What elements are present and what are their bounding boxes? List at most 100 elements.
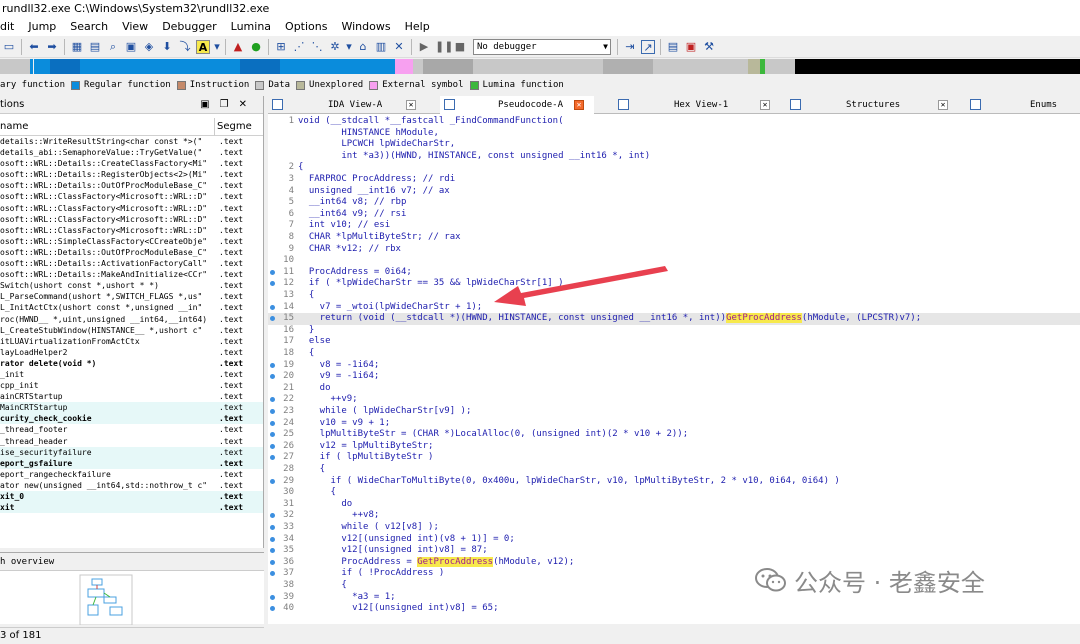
code-line[interactable]: 21 do — [268, 383, 1080, 395]
menu-item[interactable]: Search — [63, 18, 115, 36]
menu-item[interactable]: Windows — [334, 18, 397, 36]
lumina-icon[interactable]: ● — [249, 40, 263, 54]
code-line[interactable]: 12 if ( *lpWideCharStr == 35 && lpWideCh… — [268, 278, 1080, 290]
function-row[interactable]: xit .text — [0, 502, 263, 514]
code-line[interactable]: 9 CHAR *v12; // rbx — [268, 244, 1080, 256]
back-icon[interactable]: ⬅ — [27, 40, 41, 54]
code-line[interactable]: 30 { — [268, 487, 1080, 499]
function-row[interactable]: eport_rangecheckfailure .text — [0, 469, 263, 480]
code-line[interactable]: 20 v9 = -1i64; — [268, 371, 1080, 383]
code-line[interactable]: 40 v12[(unsigned int)v8] = 65; — [268, 603, 1080, 615]
code-line[interactable]: 1 void (__stdcall *__fastcall _FindComman… — [268, 116, 1080, 128]
binary-icon[interactable]: ▦ — [70, 40, 84, 54]
tab-hex-view-1[interactable]: Hex View-1 ✕ — [614, 96, 780, 114]
attach-icon[interactable]: ↗ — [641, 39, 655, 54]
function-row[interactable]: L_ParseCommand(ushort *,SWITCH_FLAGS *,u… — [0, 291, 263, 302]
close-icon[interactable]: ✕ — [239, 99, 257, 110]
code-line[interactable]: 5 __int64 v8; // rbp — [268, 197, 1080, 209]
function-row[interactable]: osoft::WRL::Details::RegisterObjects<2>(… — [0, 169, 263, 180]
code-line[interactable]: 28 { — [268, 464, 1080, 476]
function-row[interactable]: _init .text — [0, 369, 263, 380]
xref-icon[interactable]: ⋰ — [292, 40, 306, 54]
navigation-band[interactable] — [0, 59, 1080, 74]
close-icon[interactable]: ✕ — [574, 100, 584, 110]
function-row[interactable]: osoft::WRL::Details::OutOfProcModuleBase… — [0, 180, 263, 191]
code-line[interactable]: 22 ++v9; — [268, 394, 1080, 406]
function-row[interactable]: osoft::WRL::Details::MakeAndInitialize<C… — [0, 269, 263, 280]
code-line[interactable]: 19 v8 = -1i64; — [268, 360, 1080, 372]
code-line[interactable]: 17 else — [268, 336, 1080, 348]
function-row[interactable]: ise_securityfailure .text — [0, 446, 263, 458]
close-icon[interactable]: ✕ — [406, 100, 416, 110]
tab-structures[interactable]: Structures ✕ — [786, 96, 958, 114]
function-row[interactable]: osoft::WRL::ClassFactory<Microsoft::WRL:… — [0, 191, 263, 202]
code-line[interactable]: 33 while ( v12[v8] ); — [268, 522, 1080, 534]
down-arrow-icon[interactable]: ⬇ — [160, 40, 174, 54]
function-row[interactable]: rator delete(void *) .text — [0, 358, 263, 369]
function-row[interactable]: itLUAVirtualizationFromActCtx .text — [0, 336, 263, 347]
function-row[interactable]: ainCRTStartup .text — [0, 391, 263, 402]
code-line[interactable]: 24 v10 = v9 + 1; — [268, 418, 1080, 430]
function-row[interactable]: curity_check_cookie .text — [0, 413, 263, 425]
code-line[interactable]: 23 while ( lpWideCharStr[v9] ); — [268, 406, 1080, 418]
play-icon[interactable]: ▶ — [417, 40, 431, 54]
code-line[interactable]: 34 v12[(unsigned int)(v8 + 1)] = 0; — [268, 534, 1080, 546]
function-row[interactable]: L_InitActCtx(ushort const *,unsigned __i… — [0, 302, 263, 313]
menu-item[interactable]: View — [115, 18, 155, 36]
code-line[interactable]: 10 — [268, 255, 1080, 267]
close-icon[interactable]: ✕ — [392, 40, 406, 54]
tab-pseudocode-a[interactable]: Pseudocode-A ✕ — [440, 96, 594, 114]
code-line[interactable]: 6 __int64 v9; // rsi — [268, 209, 1080, 221]
step-icon[interactable]: ⇥ — [623, 40, 637, 54]
code-line[interactable]: 2{ — [268, 162, 1080, 174]
code-line[interactable]: 3 FARPROC ProcAddress; // rdi — [268, 174, 1080, 186]
dropdown-icon[interactable]: ▾ — [214, 40, 220, 54]
tools-icon[interactable]: ⚒ — [702, 40, 716, 54]
text-icon[interactable]: ▣ — [124, 40, 138, 54]
code-line[interactable]: 18 { — [268, 348, 1080, 360]
proximity-icon[interactable]: ⋱ — [310, 40, 324, 54]
breakpoint-icon[interactable]: ▣ — [684, 40, 698, 54]
tab-ida-view-a[interactable]: IDA View-A ✕ — [268, 96, 426, 114]
restore-icon[interactable]: ▣ — [200, 99, 219, 110]
options-icon[interactable]: ✲ — [328, 40, 342, 54]
code-line[interactable]: 8 CHAR *lpMultiByteStr; // rax — [268, 232, 1080, 244]
function-row[interactable]: osoft::WRL::ClassFactory<Microsoft::WRL:… — [0, 203, 263, 214]
code-line[interactable]: 35 v12[(unsigned int)v8] = 87; — [268, 545, 1080, 557]
code-line[interactable]: 16 } — [268, 325, 1080, 337]
function-row[interactable]: osoft::WRL::Details::ActivationFactoryCa… — [0, 258, 263, 269]
graph-icon[interactable]: ▲ — [231, 40, 245, 54]
function-row[interactable]: ator new(unsigned __int64,std::nothrow_t… — [0, 480, 263, 491]
function-row[interactable]: osoft::WRL::ClassFactory<Microsoft::WRL:… — [0, 214, 263, 225]
pseudocode-view[interactable]: 1 void (__stdcall *__fastcall _FindComman… — [268, 114, 1080, 624]
float-icon[interactable]: ❐ — [220, 99, 239, 110]
trace-icon[interactable]: ⌂ — [356, 40, 370, 54]
function-row[interactable]: details_abi::SemaphoreValue::TryGetValue… — [0, 147, 263, 158]
function-row[interactable]: roc(HWND__ *,uint,unsigned __int64,__int… — [0, 314, 263, 325]
code-line[interactable]: 15 return (void (__stdcall *)(HWND, HINS… — [268, 313, 1080, 325]
layout-icon[interactable]: ▥ — [374, 40, 388, 54]
function-row[interactable]: _thread_footer .text — [0, 424, 263, 435]
hex-icon[interactable]: ▤ — [88, 40, 102, 54]
text-a-icon[interactable]: A — [196, 39, 210, 54]
column-segment[interactable]: Segme — [214, 118, 252, 136]
debugger-select[interactable]: No debugger ▼ — [473, 38, 611, 55]
search-icon[interactable]: ⌕ — [106, 40, 120, 54]
close-icon[interactable]: ✕ — [938, 100, 948, 110]
function-row[interactable]: Switch(ushort const *,ushort * *) .text — [0, 280, 263, 291]
code-line[interactable]: 29 if ( WideCharToMultiByte(0, 0x400u, l… — [268, 476, 1080, 488]
code-line[interactable]: int *a3))(HWND, HINSTANCE, const unsigne… — [268, 151, 1080, 163]
code-line[interactable]: 25 lpMultiByteStr = (CHAR *)LocalAlloc(0… — [268, 429, 1080, 441]
open-icon[interactable]: ▭ — [2, 40, 16, 54]
menu-item[interactable]: Lumina — [224, 18, 278, 36]
function-row[interactable]: _thread_header .text — [0, 436, 263, 447]
function-row[interactable]: osoft::WRL::ClassFactory<Microsoft::WRL:… — [0, 225, 263, 236]
code-line[interactable]: 4 unsigned __int16 v7; // ax — [268, 186, 1080, 198]
function-row[interactable]: layLoadHelper2 .text — [0, 347, 263, 358]
flowchart-icon[interactable]: ⊞ — [274, 40, 288, 54]
column-name[interactable]: name — [0, 121, 28, 132]
function-row[interactable]: cpp_init .text — [0, 380, 263, 391]
menu-item[interactable]: Options — [278, 18, 334, 36]
function-row[interactable]: MainCRTStartup .text — [0, 402, 263, 414]
forward-icon[interactable]: ➡ — [45, 40, 59, 54]
